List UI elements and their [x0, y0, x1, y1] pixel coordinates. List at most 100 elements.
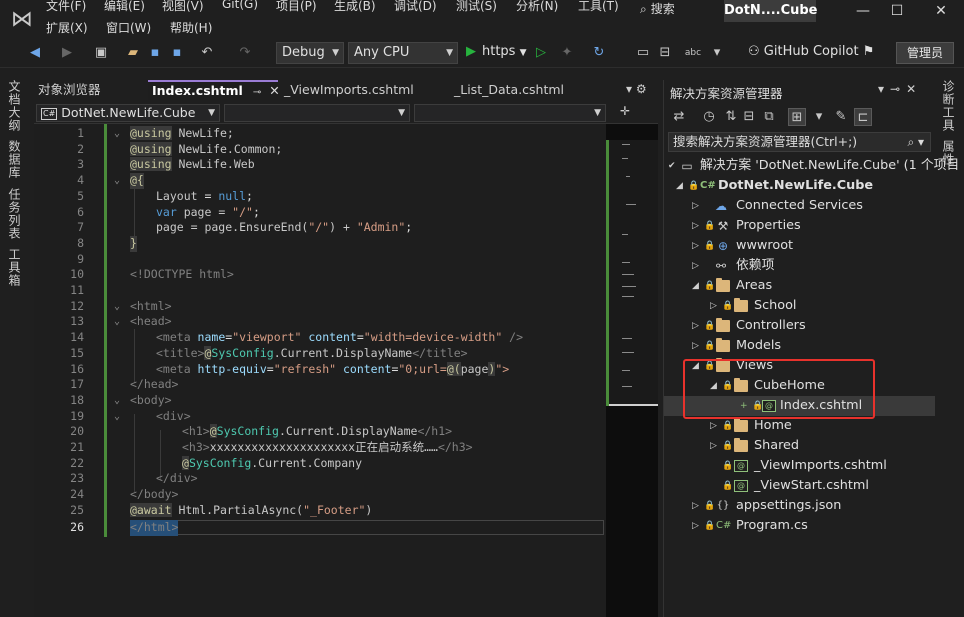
line-number: 23 — [70, 471, 84, 486]
annotation-highlight-box — [683, 359, 875, 419]
minimize-icon[interactable]: — — [848, 0, 878, 22]
tab-task-list[interactable]: 任务列表 — [7, 188, 23, 240]
track-active-item-icon[interactable]: ⊞ — [788, 108, 806, 126]
code-editor[interactable]: 1 ⌄ @using NewLife; 2 @using NewLife.Common… — [34, 124, 606, 617]
map-line — [622, 262, 630, 263]
line-number: 24 — [70, 487, 84, 502]
menu-tools[interactable]: 工具(T) — [578, 0, 619, 14]
line-number: 1 — [77, 126, 84, 140]
type-select[interactable]: ▼ — [224, 104, 410, 122]
platform-select[interactable]: Any CPU ▼ — [348, 42, 458, 64]
panel-options-icon[interactable]: ▾⊸✕ — [878, 82, 922, 96]
line-number: 14 — [70, 330, 84, 345]
fold-icon[interactable]: ⌄ — [114, 314, 120, 330]
configuration-select[interactable]: Debug ▼ — [276, 42, 344, 64]
fold-icon[interactable]: ⌄ — [114, 173, 120, 189]
visual-studio-logo-icon[interactable]: ⋈ — [8, 6, 36, 34]
tab-viewimports-cshtml[interactable]: _ViewImports.cshtml — [280, 80, 444, 100]
toolbar-dropdown-icon[interactable]: ▾ — [810, 108, 828, 126]
tab-index-cshtml[interactable]: Index.cshtml ⊸ ✕ — [148, 80, 280, 100]
code-line: <!DOCTYPE html> — [130, 267, 234, 282]
github-copilot-button[interactable]: ⚇ GitHub Copilot ⚑ — [748, 44, 874, 59]
menu-debug[interactable]: 调试(D) — [394, 0, 437, 14]
overflow-icon[interactable]: ▾ — [708, 44, 726, 62]
menu-test[interactable]: 测试(S) — [456, 0, 497, 14]
code-line: @await Html.PartialAsync("_Footer") — [130, 502, 373, 517]
search-button[interactable]: ⌕ 搜索 — [640, 0, 720, 18]
navigate-back-icon[interactable]: ◀ — [26, 44, 44, 62]
tab-diagnostic-tools[interactable]: 诊断工具 — [941, 80, 957, 132]
code-line: var page = "/"; — [156, 204, 260, 219]
split-editor-icon[interactable]: ✛ — [620, 104, 630, 118]
scroll-map[interactable] — [606, 124, 658, 617]
menu-file[interactable]: 文件(F) — [46, 0, 86, 14]
fold-icon[interactable]: ⌄ — [114, 409, 120, 425]
close-window-icon[interactable]: ✕ — [926, 0, 956, 22]
collapse-all-icon[interactable]: ⊟ — [740, 108, 758, 126]
fold-icon[interactable]: ⌄ — [114, 126, 120, 142]
menu-view[interactable]: 视图(V) — [162, 0, 204, 14]
menu-project[interactable]: 项目(P) — [276, 0, 317, 14]
line-number: 19 — [70, 408, 84, 423]
map-line — [622, 370, 630, 371]
map-line — [622, 386, 632, 387]
start-without-debugging-icon[interactable]: ▷ — [532, 44, 550, 62]
redo-icon[interactable]: ↷ — [236, 44, 254, 62]
code-line: @using NewLife; — [130, 126, 234, 140]
menu-edit[interactable]: 编辑(E) — [104, 0, 145, 14]
hot-reload-icon[interactable]: ✦ — [558, 44, 576, 62]
code-line: <meta http-equiv="refresh" content="0;ur… — [156, 361, 510, 376]
code-line: @using NewLife.Common; — [130, 141, 283, 156]
code-line: @using NewLife.Web — [130, 157, 255, 172]
run-button[interactable]: ▶ https ▼ — [466, 44, 527, 59]
tab-list-dropdown-icon[interactable]: ▾ ⚙ — [626, 82, 647, 96]
show-all-files-icon[interactable]: ⧉ — [760, 108, 778, 126]
feedback-icon: ⚑ — [862, 44, 875, 59]
solution-search-input[interactable]: 搜索解决方案资源管理器(Ctrl+;) ⌕ ▾ — [668, 132, 931, 152]
new-project-icon[interactable]: ▣ — [92, 44, 110, 62]
properties-wrench-icon[interactable]: ✎ — [832, 108, 850, 126]
spell-check-icon[interactable]: abc — [684, 44, 702, 62]
undo-icon[interactable]: ↶ — [198, 44, 216, 62]
code-line: </body> — [130, 487, 179, 502]
pending-changes-icon[interactable]: ◷ — [700, 108, 718, 126]
save-icon[interactable]: ▪ — [146, 44, 164, 62]
sync-icon[interactable]: ⇅ — [722, 108, 740, 126]
maximize-icon[interactable]: ☐ — [882, 0, 912, 22]
line-number: 20 — [70, 424, 84, 439]
right-tool-strip: 诊断工具 属性 — [934, 68, 964, 617]
fold-icon[interactable]: ⌄ — [114, 393, 120, 409]
tab-document-outline[interactable]: 文档大纲 — [7, 80, 23, 132]
refresh-icon[interactable]: ↻ — [590, 44, 608, 62]
preview-selected-items-icon[interactable]: ⊏ — [854, 108, 872, 126]
line-number: 4 — [77, 173, 84, 188]
menu-help[interactable]: 帮助(H) — [170, 19, 212, 36]
member-select[interactable]: ▼ — [414, 104, 606, 122]
menu-extensions[interactable]: 扩展(X) — [46, 19, 88, 36]
navigate-forward-icon[interactable]: ▶ — [58, 44, 76, 62]
admin-badge[interactable]: 管理员 — [896, 42, 954, 64]
project-scope-select[interactable]: C# DotNet.NewLife.Cube ▼ — [36, 104, 220, 122]
fold-icon[interactable]: ⌄ — [114, 299, 120, 315]
code-line: <body> — [130, 392, 172, 407]
tab-toolbox[interactable]: 工具箱 — [7, 248, 23, 287]
scroll-map-viewport[interactable] — [606, 140, 658, 406]
open-folder-icon[interactable]: ▰ — [124, 44, 142, 62]
tab-database[interactable]: 数据库 — [7, 140, 23, 179]
close-tab-icon[interactable]: ✕ — [269, 83, 279, 98]
toolbar-icon[interactable]: ⊟ — [656, 44, 674, 62]
code-line: @SysConfig.Current.Company — [182, 455, 363, 470]
tab-list-data-cshtml[interactable]: _List_Data.cshtml — [450, 80, 600, 100]
pin-icon[interactable]: ⊸ — [253, 87, 261, 98]
save-all-icon[interactable]: ▪ — [168, 44, 186, 62]
menu-git[interactable]: Git(G) — [222, 0, 258, 11]
tab-object-browser[interactable]: 对象浏览器 — [34, 80, 144, 100]
menu-analyze[interactable]: 分析(N) — [516, 0, 558, 14]
menu-window[interactable]: 窗口(W) — [106, 19, 151, 36]
line-number: 10 — [70, 267, 84, 282]
switch-views-icon[interactable]: ⇄ — [670, 108, 688, 126]
toolbar-icon[interactable]: ▭ — [634, 44, 652, 62]
line-number: 22 — [70, 455, 84, 470]
menu-build[interactable]: 生成(B) — [334, 0, 376, 14]
code-line: } — [130, 235, 137, 252]
